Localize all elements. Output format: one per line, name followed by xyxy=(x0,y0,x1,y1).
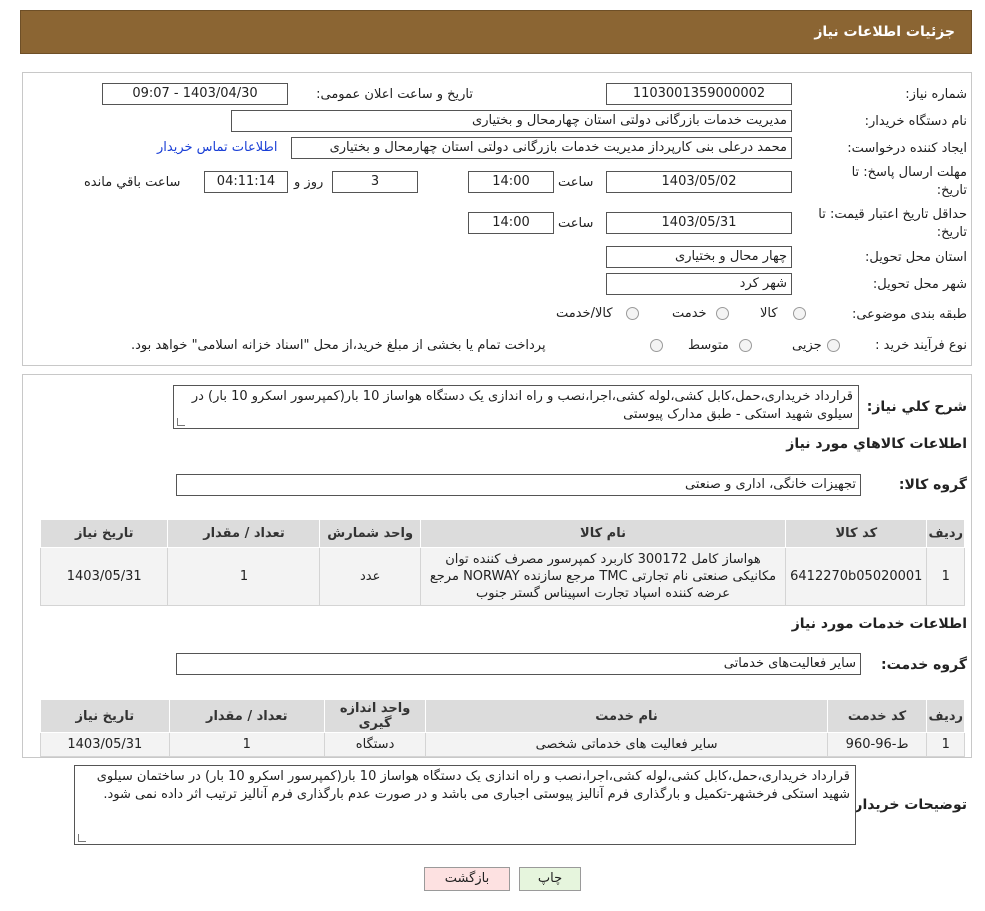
city-label: شهر محل تحویل: xyxy=(872,277,967,292)
process-radio-minor[interactable] xyxy=(827,339,840,352)
need-number-label: شماره نیاز: xyxy=(905,87,967,102)
buyer-notes-label: توضیحات خریدار: xyxy=(848,797,967,813)
goods-group-label: گروه کالا: xyxy=(898,477,967,493)
province-field[interactable]: چهار محال و بختیاری xyxy=(606,246,792,268)
cell-qty: 1 xyxy=(167,547,321,606)
need-number-field[interactable]: 1103001359000002 xyxy=(606,83,792,105)
deadline-label-line2: تاریخ: xyxy=(936,183,967,198)
summary-textarea[interactable]: قرارداد خریداری،حمل،کابل کشی،لوله کشی،اج… xyxy=(173,385,859,429)
cell-code: 6412270b05020001 xyxy=(785,547,928,606)
cell-qty: 1 xyxy=(168,732,325,757)
page-title: جزئیات اطلاعات نیاز xyxy=(814,24,955,40)
process-label: نوع فرآیند خرید : xyxy=(875,338,967,353)
category-radio-service[interactable] xyxy=(716,307,729,320)
cell-name: هواساز کامل 300172 کاربرد کمپرسور مصرف ک… xyxy=(419,547,787,606)
services-group-field[interactable]: سایر فعالیت‌های خدماتی xyxy=(176,653,861,675)
goods-section-title: اطلاعات کالاهاي مورد نياز xyxy=(786,436,967,452)
col-name: نام کالا xyxy=(419,519,787,548)
col-row: ردیف xyxy=(926,519,965,548)
cell-code: ط-96-960 xyxy=(826,732,928,757)
cell-date: 1403/05/31 xyxy=(39,547,169,606)
col-qty: تعداد / مقدار xyxy=(168,699,325,733)
buyer-org-label: نام دستگاه خریدار: xyxy=(864,114,967,129)
services-table-header: ردیف کد خدمت نام خدمت واحد اندازه گیری ت… xyxy=(40,699,965,733)
cell-row: 1 xyxy=(926,732,965,757)
deadline-time-label: ساعت xyxy=(558,175,594,190)
services-section-title: اطلاعات خدمات مورد نياز xyxy=(791,616,967,632)
city-field[interactable]: شهر کرد xyxy=(606,273,792,295)
goods-group-field[interactable]: تجهیزات خانگی، اداری و صنعتی xyxy=(176,474,861,496)
days-remaining-field[interactable]: 3 xyxy=(332,171,418,193)
col-unit: واحد شمارش xyxy=(319,519,421,548)
category-radio-goods[interactable] xyxy=(793,307,806,320)
table-row: 1 ط-96-960 سایر فعالیت های خدماتی شخصی د… xyxy=(40,732,965,757)
category-option-goods-service: کالا/خدمت xyxy=(556,306,613,321)
buyer-org-field[interactable]: مدیریت خدمات بازرگانی دولتی استان چهارمح… xyxy=(231,110,792,132)
category-option-goods: کالا xyxy=(760,306,778,321)
resize-grip-icon[interactable] xyxy=(177,418,185,426)
process-option-minor: جزیی xyxy=(792,338,822,353)
col-unit: واحد اندازه گیری xyxy=(323,699,427,733)
buyer-notes-text: قرارداد خریداری،حمل،کابل کشی،لوله کشی،اج… xyxy=(96,769,850,802)
time-remaining-label: ساعت باقي مانده xyxy=(84,175,181,190)
announce-datetime-field[interactable]: 1403/04/30 - 09:07 xyxy=(102,83,288,105)
services-group-label: گروه خدمت: xyxy=(881,657,967,673)
time-remaining-field[interactable]: 04:11:14 xyxy=(204,171,288,193)
deadline-time-field[interactable]: 14:00 xyxy=(468,171,554,193)
col-code: کد کالا xyxy=(785,519,928,548)
cell-row: 1 xyxy=(926,547,965,606)
col-name: نام خدمت xyxy=(425,699,828,733)
validity-time-field[interactable]: 14:00 xyxy=(468,212,554,234)
page-header: جزئیات اطلاعات نیاز xyxy=(20,10,972,54)
col-date: تاریخ نیاز xyxy=(40,699,170,733)
validity-label-line2: تاریخ: xyxy=(936,225,967,240)
cell-unit: عدد xyxy=(319,547,421,606)
days-label: روز و xyxy=(294,175,324,190)
buyer-contact-link[interactable]: اطلاعات تماس خریدار xyxy=(157,140,277,155)
category-option-service: خدمت xyxy=(672,306,707,321)
summary-text: قرارداد خریداری،حمل،کابل کشی،لوله کشی،اج… xyxy=(191,389,853,422)
back-button[interactable]: بازگشت xyxy=(424,867,510,891)
goods-table: ردیف کد کالا نام کالا واحد شمارش تعداد /… xyxy=(39,519,965,606)
deadline-date-field[interactable]: 1403/05/02 xyxy=(606,171,792,193)
table-row: 1 6412270b05020001 هواساز کامل 300172 کا… xyxy=(39,547,965,606)
goods-table-header: ردیف کد کالا نام کالا واحد شمارش تعداد /… xyxy=(39,519,965,548)
cell-date: 1403/05/31 xyxy=(40,732,170,757)
validity-time-label: ساعت xyxy=(558,216,594,231)
validity-date-field[interactable]: 1403/05/31 xyxy=(606,212,792,234)
category-label: طبقه بندی موضوعی: xyxy=(851,307,967,322)
creator-label: ایجاد کننده درخواست: xyxy=(847,141,967,156)
deadline-label-line1: مهلت ارسال پاسخ: تا xyxy=(851,165,967,180)
creator-field[interactable]: محمد درعلی بنی کارپرداز مدیریت خدمات باز… xyxy=(291,137,792,159)
category-radio-goods-service[interactable] xyxy=(626,307,639,320)
province-label: استان محل تحویل: xyxy=(865,250,967,265)
summary-label: شرح کلي نياز: xyxy=(866,399,967,415)
process-option-medium: متوسط xyxy=(688,338,729,353)
process-radio-medium[interactable] xyxy=(739,339,752,352)
print-button[interactable]: چاپ xyxy=(519,867,581,891)
col-code: کد خدمت xyxy=(826,699,928,733)
validity-label-line1: حداقل تاریخ اعتبار قیمت: تا xyxy=(818,207,967,222)
services-table: ردیف کد خدمت نام خدمت واحد اندازه گیری ت… xyxy=(40,699,965,757)
col-row: ردیف xyxy=(926,699,965,733)
announce-label: تاریخ و ساعت اعلان عمومی: xyxy=(316,87,473,102)
cell-name: سایر فعالیت های خدماتی شخصی xyxy=(425,732,828,757)
col-qty: تعداد / مقدار xyxy=(167,519,321,548)
col-date: تاریخ نیاز xyxy=(39,519,169,548)
cell-unit: دستگاه xyxy=(323,732,427,757)
treasury-checkbox[interactable] xyxy=(650,339,663,352)
resize-grip-icon[interactable] xyxy=(78,834,86,842)
buyer-notes-textarea[interactable]: قرارداد خریداری،حمل،کابل کشی،لوله کشی،اج… xyxy=(74,765,856,845)
treasury-note: پرداخت تمام یا بخشی از مبلغ خرید،از محل … xyxy=(131,338,546,353)
